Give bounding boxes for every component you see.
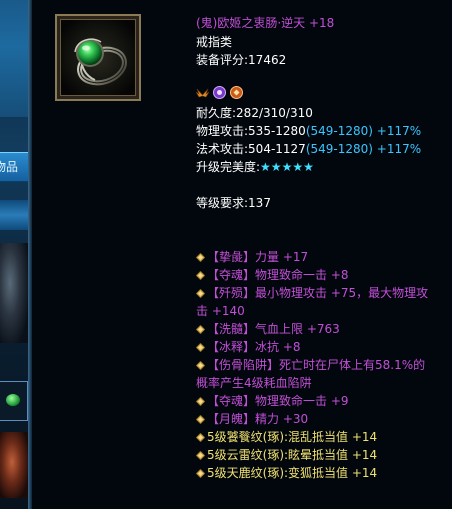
attribute-bullet-icon xyxy=(196,289,205,298)
attribute-continuation: 击 +140 xyxy=(196,302,245,320)
item-icon-frame xyxy=(55,14,141,101)
attribute-bullet-icon xyxy=(196,361,205,370)
attribute-text: 击 +140 xyxy=(196,304,245,318)
physical-attack-range: (549-1280) xyxy=(305,124,373,138)
wings-badge-icon xyxy=(196,86,209,99)
ring-slot-icon xyxy=(6,394,20,406)
attribute-text: 【月魄】精力 +30 xyxy=(207,412,309,426)
left-inventory-strip: 物品 xyxy=(0,0,28,509)
engraving-text: 5级饕餮纹(琢):混乱抵当值 +14 xyxy=(207,430,378,444)
attribute-bullet-icon xyxy=(196,271,205,280)
upgrade-perfection: 升级完美度:★★★★★ xyxy=(196,158,314,176)
attribute-text: 【夺魂】物理致命一击 +8 xyxy=(207,268,349,282)
attribute-bullet-icon xyxy=(196,343,205,352)
attribute-bullet-icon xyxy=(196,325,205,334)
equip-score: 装备评分:17462 xyxy=(196,53,287,67)
upgrade-stars: ★★★★★ xyxy=(260,160,314,174)
attribute-text: 【挚彘】力量 +17 xyxy=(207,250,309,264)
items-tab[interactable]: 物品 xyxy=(0,152,28,182)
magic-attack-range: (549-1280) xyxy=(305,142,373,156)
attribute-text: 【伤骨陷阱】死亡时在尸体上有58.1%的 xyxy=(207,358,426,372)
attribute-line: 【歼殒】最小物理攻击 +75，最大物理攻 xyxy=(196,284,428,302)
physical-attack: 物理攻击:535-1280(549-1280) +117% xyxy=(196,122,421,140)
attribute-text: 【歼殒】最小物理攻击 +75，最大物理攻 xyxy=(207,286,429,300)
item-category: 戒指类 xyxy=(196,35,233,49)
orange-seal-badge-icon xyxy=(230,86,243,99)
attribute-text: 【洗髓】气血上限 +763 xyxy=(207,322,340,336)
engraving-bullet-icon xyxy=(196,433,205,442)
engraving-bullet-icon xyxy=(196,451,205,460)
engraving-bullet-icon xyxy=(196,469,205,478)
attribute-line: 【挚彘】力量 +17 xyxy=(196,248,308,266)
magic-attack-bonus: +117% xyxy=(372,142,422,156)
attribute-bullet-icon xyxy=(196,397,205,406)
attribute-text: 【冰释】冰抗 +8 xyxy=(207,340,301,354)
attribute-bullet-icon xyxy=(196,415,205,424)
claw-item-icon[interactable] xyxy=(0,432,28,498)
magic-attack: 法术攻击:504-1127(549-1280) +117% xyxy=(196,140,421,158)
attribute-text: 概率产生4级耗血陷阱 xyxy=(196,376,312,390)
engraving-text: 5级天鹿纹(琢):变狐抵当值 +14 xyxy=(207,466,378,480)
strip-band xyxy=(0,200,28,230)
strip-header-panel xyxy=(0,0,28,117)
physical-attack-bonus: +117% xyxy=(372,124,422,138)
mace-item-icon[interactable] xyxy=(0,243,28,343)
attribute-line: 【伤骨陷阱】死亡时在尸体上有58.1%的 xyxy=(196,356,425,374)
engraving-text: 5级云雷纹(琢):眩晕抵当值 +14 xyxy=(207,448,378,462)
item-name: (鬼)欧姬之衷肠·逆天 +18 xyxy=(196,16,335,30)
upgrade-label: 升级完美度: xyxy=(196,160,261,174)
item-tooltip: (鬼)欧姬之衷肠·逆天 +18 戒指类 装备评分:17462 耐久度:282/3… xyxy=(32,0,452,509)
level-requirement: 等级要求:137 xyxy=(196,196,271,210)
purple-orb-badge-icon xyxy=(213,86,226,99)
engraving-line: 5级云雷纹(琢):眩晕抵当值 +14 xyxy=(196,446,377,464)
attribute-line: 【月魄】精力 +30 xyxy=(196,410,308,428)
engraving-line: 5级天鹿纹(琢):变狐抵当值 +14 xyxy=(196,464,377,482)
magic-attack-base: 法术攻击:504-1127 xyxy=(196,142,306,156)
attribute-continuation: 概率产生4级耗血陷阱 xyxy=(196,374,312,392)
attribute-line: 【冰释】冰抗 +8 xyxy=(196,338,301,356)
attribute-line: 【洗髓】气血上限 +763 xyxy=(196,320,340,338)
attribute-text: 【夺魂】物理致命一击 +9 xyxy=(207,394,349,408)
attribute-line: 【夺魂】物理致命一击 +9 xyxy=(196,392,349,410)
engraving-line: 5级饕餮纹(琢):混乱抵当值 +14 xyxy=(196,428,377,446)
physical-attack-base: 物理攻击:535-1280 xyxy=(196,124,306,138)
attribute-line: 【夺魂】物理致命一击 +8 xyxy=(196,266,349,284)
jade-ring-icon xyxy=(61,20,135,95)
durability: 耐久度:282/310/310 xyxy=(196,106,313,120)
ring-slot[interactable] xyxy=(0,381,28,421)
attribute-bullet-icon xyxy=(196,253,205,262)
